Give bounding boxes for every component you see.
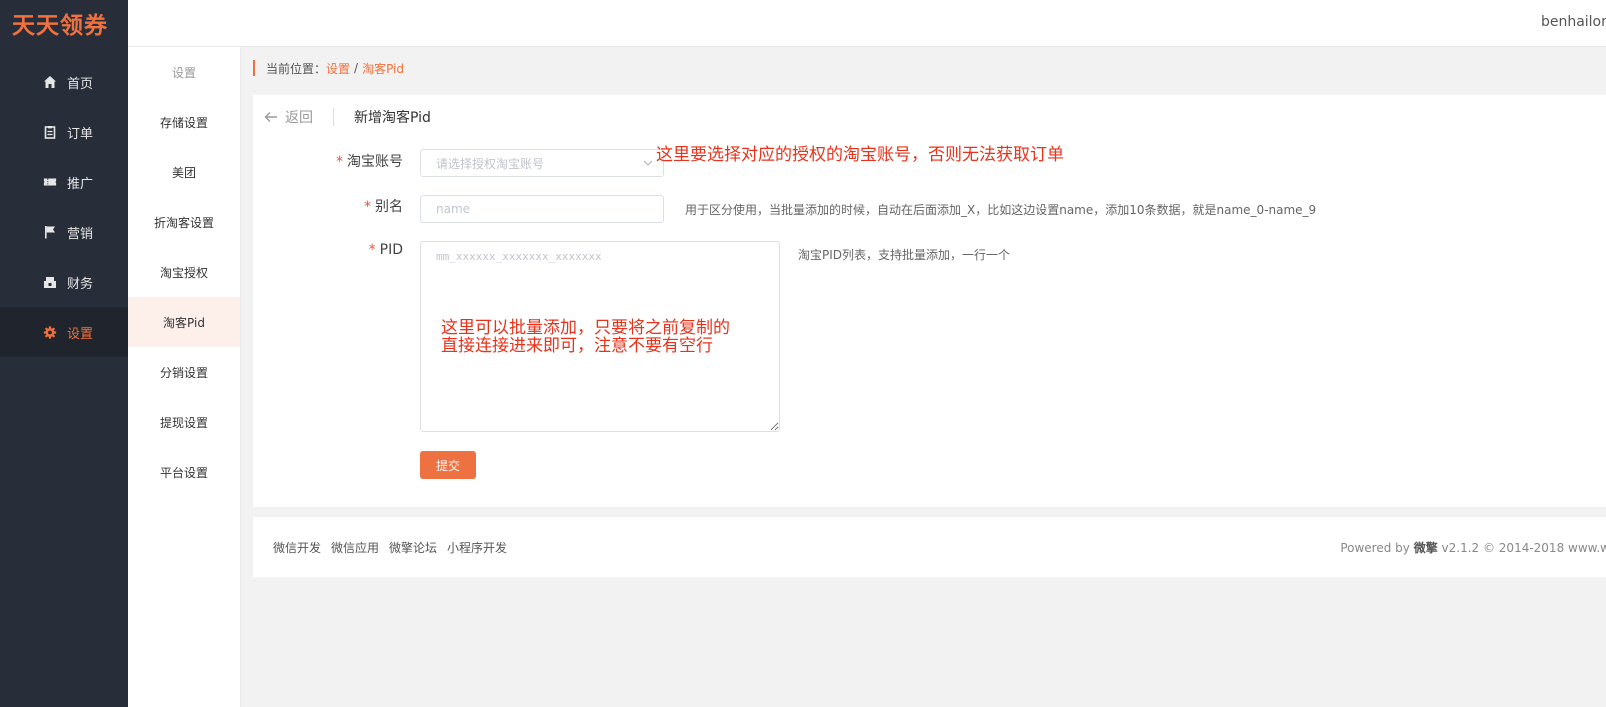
subnav-item-meituan[interactable]: 美团 (128, 147, 240, 197)
pid-label: * PID (368, 242, 403, 258)
subnav-title: 设置 (171, 65, 196, 80)
sidebar-item-marketing[interactable]: 营销 (0, 207, 128, 257)
alias-input[interactable] (420, 195, 664, 223)
arrow-left-icon (264, 112, 277, 122)
breadcrumb-item-settings[interactable]: 设置 (326, 60, 350, 77)
sidebar-item-promote[interactable]: 推广 (0, 157, 128, 207)
required-mark: * (368, 242, 376, 258)
page-title: 新增淘客Pid (354, 110, 431, 126)
subnav-item-platform[interactable]: 平台设置 (128, 447, 240, 497)
order-icon (43, 125, 57, 139)
username[interactable]: benhailon (1541, 14, 1606, 30)
footer-links: 微信开发 微信应用 微擎论坛 小程序开发 (273, 539, 507, 556)
main-sidebar: 天天领券 首页 订单 推广 营销 财务 设置 (0, 0, 128, 707)
required-mark: * (336, 154, 343, 170)
alias-hint: 用于区分使用，当批量添加的时候，自动在后面添加_X，比如这边设置name，添加1… (685, 203, 1317, 217)
subnav-item-zhetaoke[interactable]: 折淘客设置 (128, 197, 240, 247)
alias-label: * 别名 (364, 199, 403, 215)
breadcrumb-prefix: 当前位置： (266, 61, 327, 76)
header-divider (333, 108, 334, 126)
back-label: 返回 (285, 110, 313, 126)
breadcrumb-item-taoke-pid[interactable]: 淘客Pid (362, 60, 404, 77)
pid-annotation-line1: 这里可以批量添加，只要将之前复制的 (441, 318, 730, 338)
promote-icon (43, 175, 57, 189)
brand-logo[interactable]: 天天领券 (0, 0, 128, 45)
gear-icon (43, 325, 57, 339)
footer-link-forum[interactable]: 微擎论坛 (389, 539, 437, 556)
sidebar-item-finance[interactable]: 财务 (0, 257, 128, 307)
breadcrumb-separator: / (354, 61, 359, 75)
pid-hint: 淘宝PID列表，支持批量添加，一行一个 (798, 248, 1011, 262)
breadcrumb: 当前位置： 设置 / 淘客Pid (253, 60, 404, 76)
sidebar-item-orders[interactable]: 订单 (0, 107, 128, 157)
footer: 微信开发 微信应用 微擎论坛 小程序开发 Powered by 微擎 v2.1.… (253, 517, 1606, 577)
powered-by: Powered by 微擎 v2.1.2 © 2014-2018 www.w (1340, 541, 1606, 555)
flag-icon (43, 225, 57, 239)
panel-header: 返回 新增淘客Pid (263, 105, 431, 129)
subnav-item-taobao-auth[interactable]: 淘宝授权 (128, 247, 240, 297)
sidebar-item-home[interactable]: 首页 (0, 57, 128, 107)
back-button[interactable]: 返回 (263, 107, 313, 127)
sidebar-item-label: 营销 (67, 226, 94, 242)
sidebar-item-label: 首页 (67, 76, 94, 92)
subnav-item-storage[interactable]: 存储设置 (128, 97, 240, 147)
pid-annotation-line2: 直接连接进来即可，注意不要有空行 (441, 336, 713, 356)
submit-button[interactable]: 提交 (420, 451, 476, 479)
subnav-item-distribution[interactable]: 分销设置 (128, 347, 240, 397)
account-label: * 淘宝账号 (336, 154, 403, 170)
main-panel: 返回 新增淘客Pid * 淘宝账号 请选择授权淘宝账号 这里要选择对应的授权的淘宝… (253, 95, 1606, 507)
sidebar-item-label: 财务 (67, 276, 94, 292)
chevron-down-icon (643, 160, 653, 166)
sidebar-item-label: 推广 (67, 176, 94, 192)
sidebar-item-label: 设置 (67, 326, 94, 342)
footer-link-wechat-apps[interactable]: 微信应用 (331, 539, 379, 556)
home-icon (43, 75, 57, 89)
footer-link-wechat-dev[interactable]: 微信开发 (273, 539, 321, 556)
app-root: 天天领券 首页 订单 推广 营销 财务 设置 benhailon 设置 存储设置… (0, 0, 1606, 707)
required-mark: * (364, 199, 371, 215)
top-header: benhailon (128, 0, 1606, 47)
select-placeholder: 请选择授权淘宝账号 (436, 156, 545, 171)
subnav-item-taoke-pid[interactable]: 淘客Pid (128, 297, 240, 347)
main-nav: 首页 订单 推广 营销 财务 设置 (0, 57, 128, 357)
account-annotation: 这里要选择对应的授权的淘宝账号，否则无法获取订单 (656, 145, 1064, 165)
sidebar-item-settings[interactable]: 设置 (0, 307, 128, 357)
subnav-item-withdraw[interactable]: 提现设置 (128, 397, 240, 447)
settings-subnav: 设置 存储设置 美团 折淘客设置 淘宝授权 淘客Pid 分销设置 提现设置 平台… (128, 47, 241, 707)
taobao-account-select[interactable]: 请选择授权淘宝账号 (420, 149, 664, 177)
finance-icon (43, 275, 57, 289)
sidebar-item-label: 订单 (67, 126, 94, 142)
powered-brand[interactable]: 微擎 (1414, 541, 1438, 555)
footer-link-miniprogram[interactable]: 小程序开发 (447, 539, 507, 556)
